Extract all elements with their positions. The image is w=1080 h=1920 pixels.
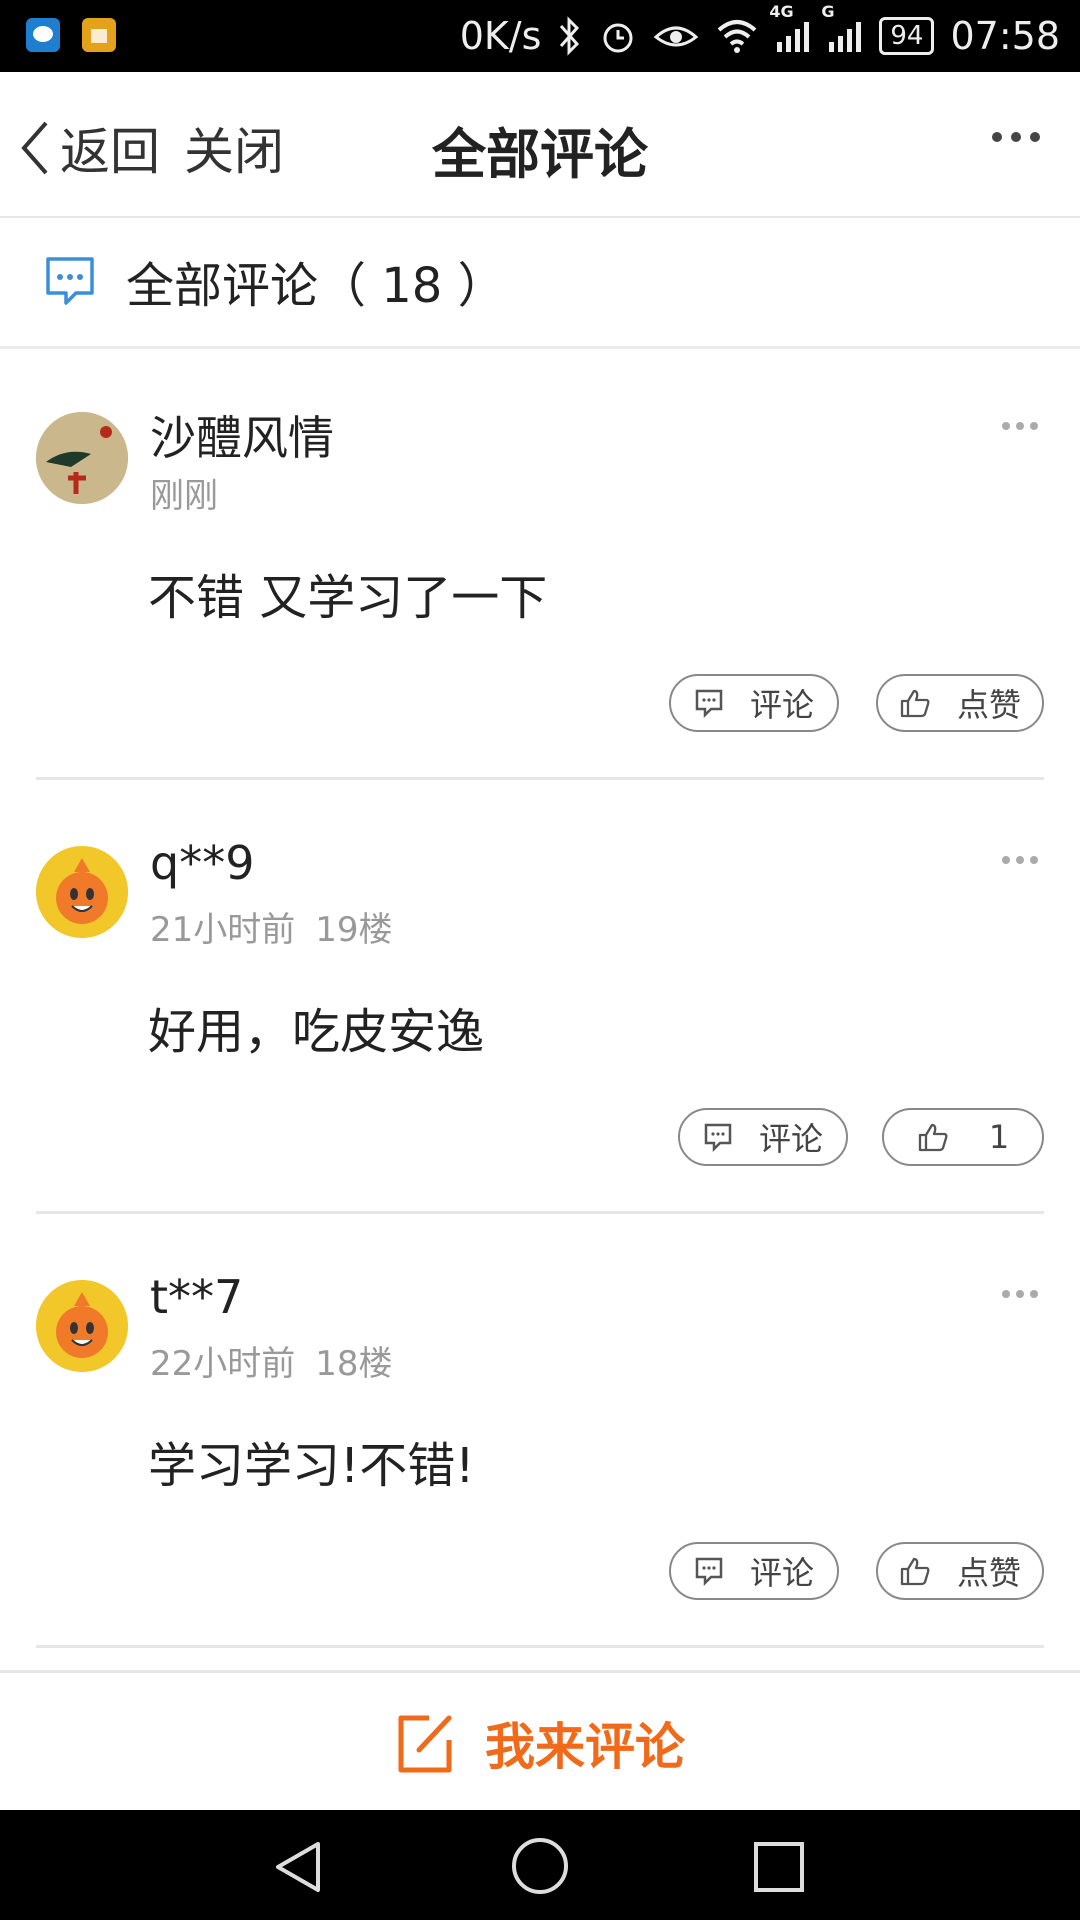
comment-item: q**9 21小时前 19楼 好用，吃皮安逸 评论 1 <box>0 780 1080 1214</box>
comment-meta: 22小时前 18楼 <box>150 1336 393 1385</box>
bluetooth-icon <box>557 16 583 56</box>
status-bar: 0K/s 4G G 94 07:58 <box>0 0 1080 72</box>
page-title: 全部评论 <box>432 123 648 186</box>
reply-button-label: 评论 <box>749 1554 814 1592</box>
thumbs-up-icon <box>918 1123 948 1152</box>
comment-username: t**7 <box>150 1270 244 1324</box>
thumbs-up-icon <box>900 689 930 718</box>
comment-content: 好用，吃皮安逸 <box>148 1004 485 1060</box>
comment-meta: 刚刚 <box>150 468 218 517</box>
reply-button[interactable]: 评论 <box>678 1108 848 1166</box>
comment-username: q**9 <box>150 836 255 890</box>
comment-item: t**7 22小时前 18楼 学习学习!不错! 评论 点赞 <box>0 1214 1080 1648</box>
write-comment-label: 我来评论 <box>485 1718 685 1776</box>
thumbs-up-icon <box>900 1557 930 1586</box>
alarm-icon <box>599 17 637 55</box>
reply-button[interactable]: 评论 <box>669 674 839 732</box>
comment-icon <box>695 689 723 718</box>
message-app-icon <box>26 18 60 52</box>
signal-4g-icon: 4G <box>769 2 811 54</box>
eye-icon <box>653 19 699 53</box>
navigation-bar: 返回 关闭 全部评论 <box>0 72 1080 218</box>
comment-more-button[interactable] <box>1002 422 1038 430</box>
more-icon-dot <box>1030 132 1040 142</box>
signal-g-icon: G <box>821 2 863 54</box>
store-app-icon <box>82 18 116 52</box>
system-recents-icon[interactable] <box>752 1840 806 1894</box>
divider <box>36 1645 1044 1648</box>
comment-bubble-icon <box>46 257 94 305</box>
comments-header: 全部评论（ 18 ） <box>0 216 1080 349</box>
more-icon-dot <box>1002 1290 1010 1298</box>
like-button[interactable]: 1 <box>882 1108 1044 1166</box>
comment-content: 学习学习!不错! <box>148 1438 475 1494</box>
like-button-label: 点赞 <box>956 1554 1021 1592</box>
battery-indicator: 94 <box>879 17 935 55</box>
reply-button[interactable]: 评论 <box>669 1542 839 1600</box>
more-icon-dot <box>1016 1290 1024 1298</box>
wifi-icon <box>715 18 759 54</box>
more-icon-dot <box>992 132 1002 142</box>
comment-more-button[interactable] <box>1002 1290 1038 1298</box>
more-icon-dot <box>1011 132 1021 142</box>
comment-icon <box>695 1557 723 1586</box>
avatar[interactable] <box>36 1280 128 1372</box>
more-icon-dot <box>1002 422 1010 430</box>
comment-time: 21小时前 <box>150 910 296 950</box>
network-speed: 0K/s <box>459 14 542 58</box>
like-button-label: 点赞 <box>956 686 1021 724</box>
comment-time: 22小时前 <box>150 1344 296 1384</box>
more-icon-dot <box>1016 422 1024 430</box>
comment-item: 沙醴风情 刚刚 不错 又学习了一下 评论 点赞 <box>0 346 1080 780</box>
comment-icon <box>704 1123 732 1152</box>
comments-count-label: 全部评论（ 18 ） <box>126 258 506 314</box>
system-home-icon[interactable] <box>510 1836 570 1896</box>
comment-username: 沙醴风情 <box>150 411 334 465</box>
write-comment-button[interactable]: 我来评论 <box>0 1670 1080 1813</box>
comment-floor: 18楼 <box>315 1344 393 1384</box>
more-icon-dot <box>1030 422 1038 430</box>
avatar[interactable] <box>36 412 128 504</box>
edit-icon <box>398 1715 452 1773</box>
comment-more-button[interactable] <box>1002 856 1038 864</box>
clock: 07:58 <box>950 14 1060 58</box>
avatar[interactable] <box>36 846 128 938</box>
reply-button-label: 评论 <box>749 686 814 724</box>
like-button[interactable]: 点赞 <box>876 1542 1044 1600</box>
more-icon-dot <box>1016 856 1024 864</box>
more-icon-dot <box>1030 1290 1038 1298</box>
comment-floor: 19楼 <box>315 910 393 950</box>
more-icon-dot <box>1002 856 1010 864</box>
more-icon-dot <box>1030 856 1038 864</box>
system-navigation-bar <box>0 1810 1080 1920</box>
comment-meta: 21小时前 19楼 <box>150 902 393 951</box>
system-back-icon[interactable] <box>270 1838 328 1896</box>
like-count: 1 <box>988 1118 1010 1156</box>
reply-button-label: 评论 <box>758 1120 823 1158</box>
more-options-button[interactable] <box>992 132 1040 142</box>
like-button[interactable]: 点赞 <box>876 674 1044 732</box>
comment-content: 不错 又学习了一下 <box>148 570 548 626</box>
comment-time: 刚刚 <box>150 476 218 516</box>
